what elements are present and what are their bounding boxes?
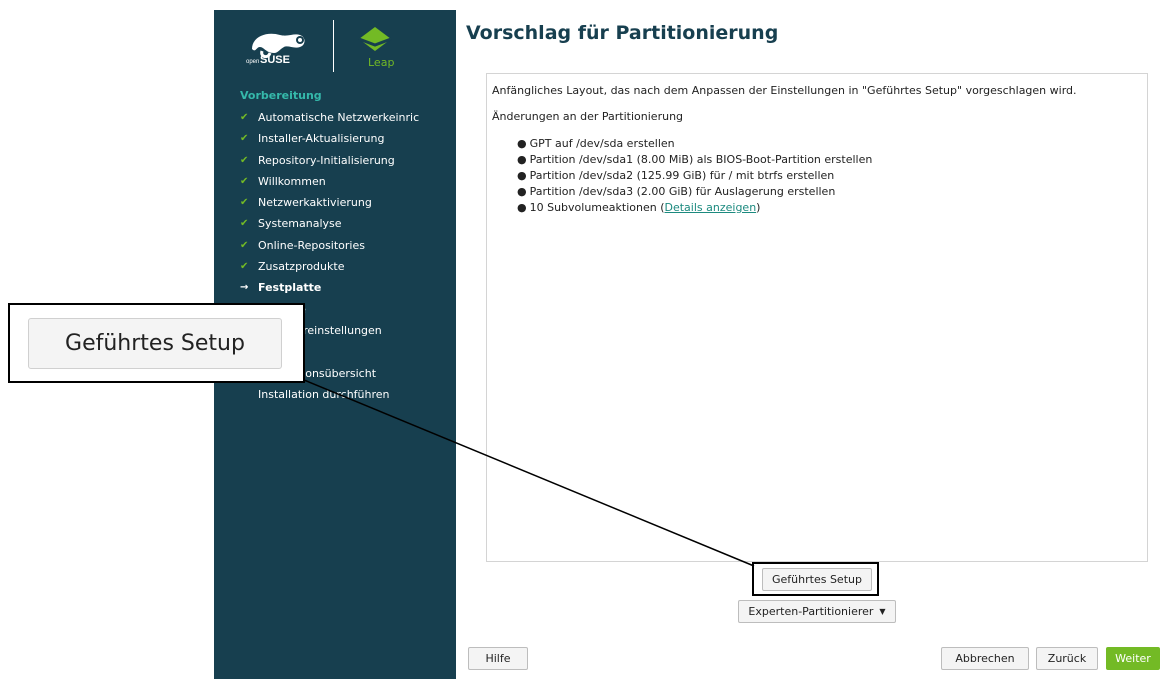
summary-subtitle: Änderungen an der Partitionierung <box>492 110 684 123</box>
sidebar-step: ✔ Repository-Initialisierung <box>240 150 456 171</box>
sidebar-step-label: Willkommen <box>258 174 326 188</box>
sidebar-step-label: Systemanalyse <box>258 217 342 231</box>
bullet-icon: ● <box>517 169 527 182</box>
help-button[interactable]: Hilfe <box>468 647 528 670</box>
checkmark-icon: ✔ <box>240 261 249 273</box>
expert-partitioner-label: Experten-Partitionierer <box>748 605 874 618</box>
details-link[interactable]: Details anzeigen <box>665 201 757 214</box>
svg-text:open: open <box>246 59 259 65</box>
checkmark-icon: ✔ <box>240 218 249 230</box>
chameleon-icon: open SUSE <box>246 33 305 66</box>
sidebar-step: → Festplatte <box>240 277 456 298</box>
sidebar-step: ✔ Netzwerkaktivierung <box>240 192 456 213</box>
next-button[interactable]: Weiter <box>1106 647 1160 670</box>
cancel-button[interactable]: Abbrechen <box>941 647 1029 670</box>
summary-intro: Anfängliches Layout, das nach dem Anpass… <box>492 84 1077 97</box>
steps-heading: Vorbereitung <box>240 89 322 102</box>
zoom-callout: Geführtes Setup <box>8 303 305 383</box>
guided-setup-button[interactable]: Geführtes Setup <box>762 568 872 591</box>
sidebar-step-label: Online-Repositories <box>258 238 365 252</box>
logo-divider <box>333 20 334 72</box>
bullet-icon: ● <box>517 185 527 198</box>
bullet-icon: ● <box>517 137 527 150</box>
checkmark-icon: ✔ <box>240 239 249 251</box>
sidebar-step-label: Installation durchführen <box>258 387 390 401</box>
checkmark-icon: ✔ <box>240 112 249 123</box>
sidebar-step: ✔ Online-Repositories <box>240 235 456 256</box>
checkmark-icon: ✔ <box>240 175 249 187</box>
sidebar-step: Installation durchführen <box>240 384 456 405</box>
main-panel: Vorschlag für Partitionierung Anfänglich… <box>456 10 1170 679</box>
callout-guided-setup-button: Geführtes Setup <box>28 318 282 369</box>
expert-partitioner-button[interactable]: Experten-Partitionierer ▼ <box>738 600 896 623</box>
sidebar-step: ✔ Willkommen <box>240 171 456 192</box>
checkmark-icon: ✔ <box>240 154 249 166</box>
arrow-right-icon: → <box>240 282 249 294</box>
partition-change-list: ● GPT auf /dev/sda erstellen ● Partition /… <box>517 136 872 216</box>
back-button[interactable]: Zurück <box>1036 647 1098 670</box>
sidebar-step-label: Festplatte <box>258 281 322 295</box>
sidebar-step: ✔ Systemanalyse <box>240 213 456 234</box>
svg-text:SUSE: SUSE <box>260 54 290 66</box>
sidebar-step: ✔ Automatische Netzwerkeinric <box>240 107 456 128</box>
leap-logo-text: Leap <box>368 56 395 69</box>
sidebar-step-label: Automatische Netzwerkeinric <box>258 111 420 124</box>
checkmark-icon: ✔ <box>240 197 249 209</box>
sidebar-step: ✔ Zusatzprodukte <box>240 256 456 277</box>
chevron-down-icon: ▼ <box>879 607 886 616</box>
sidebar-step-label: Netzwerkaktivierung <box>258 196 372 210</box>
bullet-icon: ● <box>517 153 527 166</box>
sidebar-step-label: Installer-Aktualisierung <box>258 132 385 146</box>
list-item: ● Partition /dev/sda2 (125.99 GiB) für / … <box>517 169 835 182</box>
leap-logo <box>357 25 393 59</box>
list-item: ● Partition /dev/sda1 (8.00 MiB) als BIOS… <box>517 153 873 166</box>
list-item: ● 10 Subvolumeaktionen (Details anzeigen) <box>517 201 761 214</box>
bullet-icon: ● <box>517 201 527 214</box>
sidebar-step: ✔ Installer-Aktualisierung <box>240 128 456 149</box>
sidebar-step-label: Repository-Initialisierung <box>258 153 395 167</box>
list-item: ● GPT auf /dev/sda erstellen <box>517 137 675 150</box>
opensuse-logo: open SUSE <box>244 23 316 71</box>
sidebar-step-label: Zusatzprodukte <box>258 260 345 274</box>
partition-summary: Anfängliches Layout, das nach dem Anpass… <box>486 73 1148 562</box>
page-title: Vorschlag für Partitionierung <box>466 22 779 44</box>
leap-diamond-icon <box>358 27 392 51</box>
list-item: ● Partition /dev/sda3 (2.00 GiB) für Ausl… <box>517 185 836 198</box>
checkmark-icon: ✔ <box>240 133 249 145</box>
